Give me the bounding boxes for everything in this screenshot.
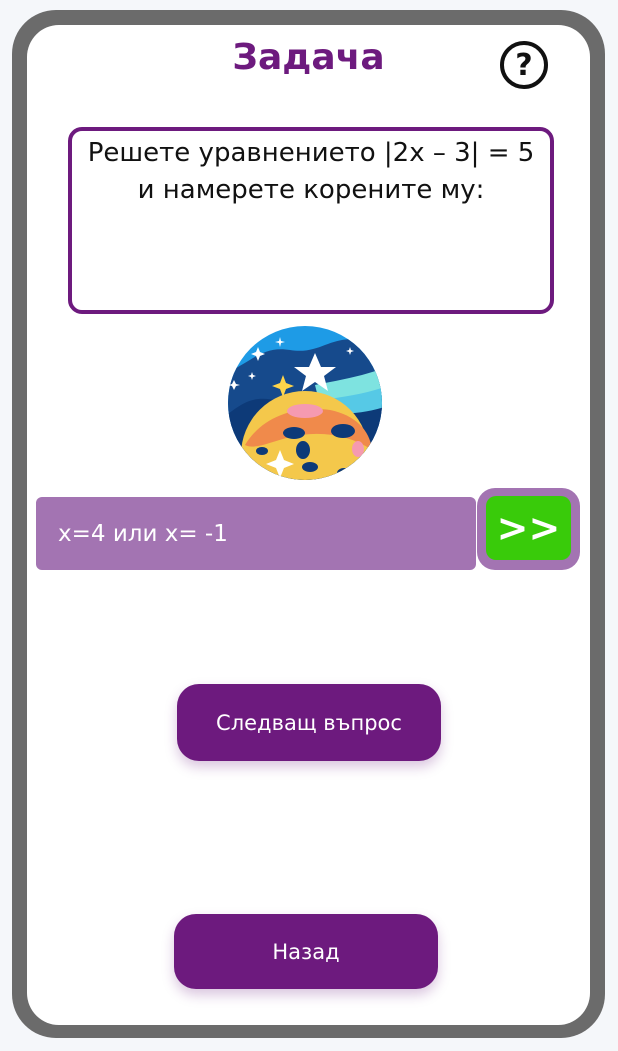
planet-star-illustration [228, 326, 382, 480]
submit-button[interactable]: >> [486, 496, 571, 560]
back-button[interactable]: Назад [174, 914, 438, 989]
answer-input[interactable]: x=4 или x= -1 [36, 497, 476, 570]
answer-value: x=4 или x= -1 [58, 520, 228, 547]
question-box: Решете уравнението |2x – 3| = 5 и намере… [68, 127, 554, 314]
help-button[interactable]: ? [500, 41, 548, 89]
question-line-2: и намерете корените му: [137, 175, 485, 205]
question-mark-icon: ? [515, 47, 533, 83]
app-screen: Задача ? Решете уравнението |2x – 3| = 5… [27, 25, 590, 1025]
next-question-button[interactable]: Следващ въпрос [177, 684, 441, 761]
submit-button-frame: >> [477, 488, 580, 570]
question-line-1: Решете уравнението |2x – 3| = 5 [87, 138, 535, 168]
